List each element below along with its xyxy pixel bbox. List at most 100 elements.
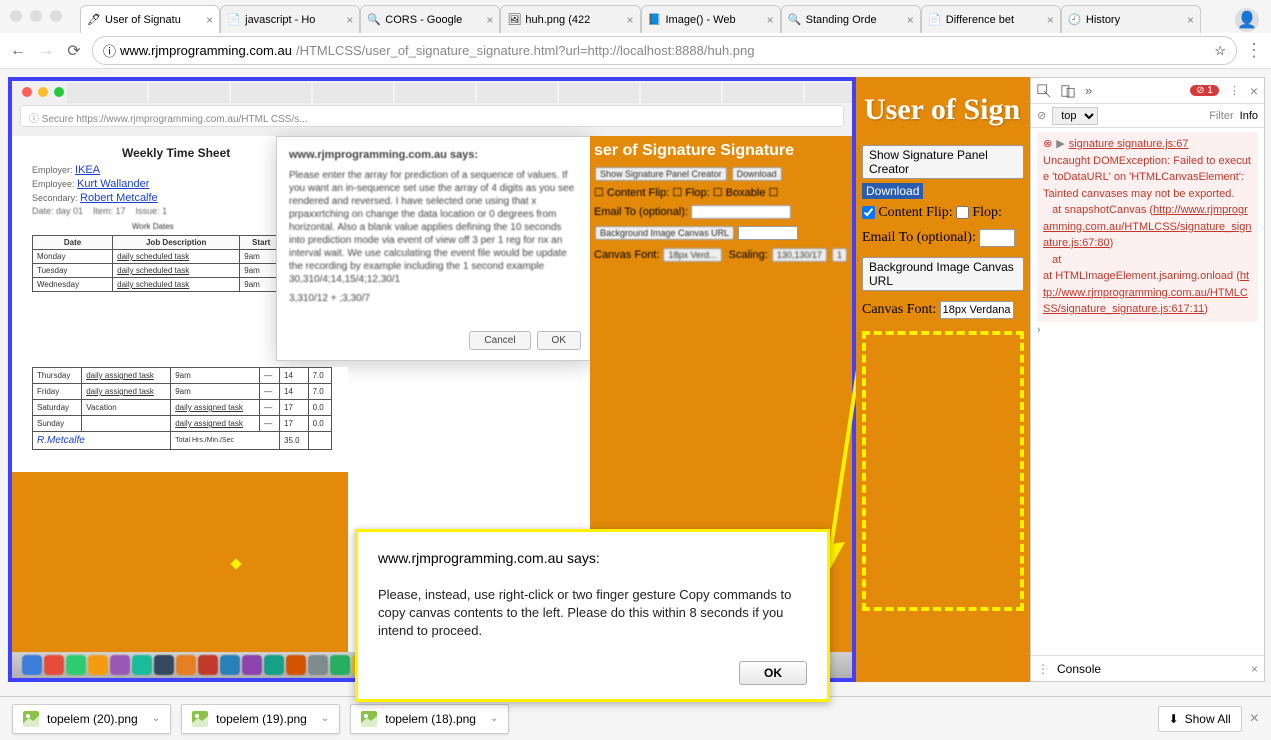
console-prompt[interactable]: › xyxy=(1037,324,1258,336)
close-tab-icon[interactable]: × xyxy=(1187,13,1194,27)
content-area: ⓘ Secure https://www.rjmprogramming.com.… xyxy=(0,69,1271,696)
info-icon[interactable]: ⓘ xyxy=(103,41,116,60)
tab-cors-google[interactable]: 🔍CORS - Google× xyxy=(360,5,500,33)
close-tab-icon[interactable]: × xyxy=(626,13,633,27)
employee-link: Kurt Wallander xyxy=(77,178,149,190)
tab-difference[interactable]: 📄Difference bet× xyxy=(921,5,1061,33)
tab-history[interactable]: 🕘History× xyxy=(1061,5,1201,33)
download-menu-icon[interactable]: ⌄ xyxy=(152,713,160,724)
content-flip-checkbox[interactable] xyxy=(862,206,875,219)
new-tab-button[interactable] xyxy=(1201,5,1221,33)
devtools-close-icon[interactable]: × xyxy=(1250,83,1258,99)
dock-item-icon xyxy=(176,655,196,675)
tabstrip: 🖊User of Signatu× 📄javascript - Ho× 🔍COR… xyxy=(80,5,1221,33)
console-filter-bar: ⊘ top Filter Info xyxy=(1031,104,1264,128)
inner-alert-text: Please enter the array for prediction of… xyxy=(289,169,579,286)
device-toggle-icon[interactable] xyxy=(1061,84,1075,98)
email-to-label: Email To (optional): xyxy=(862,230,976,245)
inner-bgurl-row: Background Image Canvas URL xyxy=(594,225,848,241)
show-all-downloads-button[interactable]: ⬇ Show All xyxy=(1158,706,1242,732)
secondary-link: Robert Metcalfe xyxy=(80,192,158,204)
inner-cancel-button: Cancel xyxy=(469,331,530,350)
dock-item-icon xyxy=(44,655,64,675)
download-filename: topelem (18).png xyxy=(385,712,476,726)
profile-icon[interactable]: 👤 xyxy=(1235,8,1259,32)
canvas-dropzone[interactable] xyxy=(862,331,1024,611)
drawer-close-icon[interactable]: × xyxy=(1251,662,1258,676)
close-tab-icon[interactable]: × xyxy=(767,13,774,27)
tab-image-web[interactable]: 📘Image() - Web× xyxy=(641,5,781,33)
loglevel-label[interactable]: Info xyxy=(1240,110,1258,122)
tab-label: User of Signatu xyxy=(105,14,181,26)
dock-item-icon xyxy=(220,655,240,675)
show-signature-panel-button[interactable]: Show Signature Panel Creator xyxy=(862,145,1024,179)
inner-font-row: Canvas Font: 18px Verd... Scaling: 130,1… xyxy=(594,247,848,263)
inner-tabs-blur xyxy=(67,83,852,103)
bookmark-star-icon[interactable]: ☆ xyxy=(1214,43,1226,59)
downloads-bar: topelem (20).png ⌄ topelem (19).png ⌄ to… xyxy=(0,696,1271,740)
inspect-icon[interactable] xyxy=(1037,84,1051,98)
error-stack-line: at HTMLImageElement.jsanimg.onload ( xyxy=(1043,270,1240,282)
back-button[interactable]: ← xyxy=(8,41,28,61)
devtools-menu-icon[interactable]: ⋮ xyxy=(1229,84,1240,97)
flop-checkbox[interactable] xyxy=(956,206,969,219)
table-row: SaturdayVacationdaily assigned task—170.… xyxy=(33,400,332,416)
tab-label: Standing Orde xyxy=(806,14,877,26)
image-file-icon xyxy=(361,711,377,727)
employer-link: IKEA xyxy=(75,164,100,176)
timesheet-table-lower: Thursdaydaily assigned task9am—147.0 Fri… xyxy=(32,367,332,450)
close-tab-icon[interactable]: × xyxy=(1047,13,1054,27)
close-downloads-bar-icon[interactable]: × xyxy=(1250,710,1259,728)
drawer-menu-icon[interactable]: ⋮ xyxy=(1037,662,1049,676)
bg-image-url-button[interactable]: Background Image Canvas URL xyxy=(862,257,1024,291)
filter-label[interactable]: Filter xyxy=(1209,110,1233,122)
download-item[interactable]: topelem (18).png ⌄ xyxy=(350,704,509,734)
email-input[interactable] xyxy=(979,229,1015,247)
tab-huh-png[interactable]: 🖼huh.png (422× xyxy=(500,5,640,33)
tab-user-of-signature[interactable]: 🖊User of Signatu× xyxy=(80,5,220,33)
download-item[interactable]: topelem (19).png ⌄ xyxy=(181,704,340,734)
tab-javascript[interactable]: 📄javascript - Ho× xyxy=(220,5,360,33)
favicon-icon: 🔍 xyxy=(367,13,381,27)
download-link[interactable]: Download xyxy=(862,183,923,199)
download-menu-icon[interactable]: ⌄ xyxy=(490,713,498,724)
alert-ok-button[interactable]: OK xyxy=(739,661,807,685)
clear-console-icon[interactable]: ⊘ xyxy=(1037,109,1046,122)
yellow-dot-icon xyxy=(230,558,241,569)
inner-flip-row: ☐ Content Flip: ☐ Flop: ☐ Boxable ☐ xyxy=(594,186,848,199)
inner-email-row: Email To (optional): xyxy=(594,205,848,219)
download-item[interactable]: topelem (20).png ⌄ xyxy=(12,704,171,734)
dock-item-icon xyxy=(22,655,42,675)
tab-label: Image() - Web xyxy=(666,14,736,26)
console-tab[interactable]: Console xyxy=(1057,662,1101,676)
dock-item-icon xyxy=(132,655,152,675)
canvas-font-label: Canvas Font: xyxy=(862,302,936,317)
error-source-link[interactable]: signature signature.js:67 xyxy=(1069,138,1189,150)
close-window-icon[interactable] xyxy=(10,10,22,22)
close-tab-icon[interactable]: × xyxy=(907,13,914,27)
forward-button[interactable]: → xyxy=(36,41,56,61)
inner-max-icon xyxy=(54,87,64,97)
close-tab-icon[interactable]: × xyxy=(206,13,213,27)
context-select[interactable]: top xyxy=(1052,107,1098,125)
close-tab-icon[interactable]: × xyxy=(486,13,493,27)
close-tab-icon[interactable]: × xyxy=(346,13,353,27)
address-bar: ← → ⟳ ⓘ www.rjmprogramming.com.au/HTMLCS… xyxy=(0,33,1271,69)
url-input[interactable]: ⓘ www.rjmprogramming.com.au/HTMLCSS/user… xyxy=(92,36,1237,65)
devtools-tabs-overflow-icon[interactable]: » xyxy=(1085,83,1092,98)
browser-menu-icon[interactable]: ⋮ xyxy=(1245,40,1263,61)
download-arrow-icon: ⬇ xyxy=(1169,712,1179,726)
minimize-window-icon[interactable] xyxy=(30,10,42,22)
image-file-icon xyxy=(23,711,39,727)
window-controls xyxy=(10,10,62,22)
tab-standing-order[interactable]: 🔍Standing Orde× xyxy=(781,5,921,33)
error-count-badge[interactable]: ⊘ 1 xyxy=(1190,85,1219,96)
expand-icon[interactable]: ▶ xyxy=(1056,138,1064,150)
reload-button[interactable]: ⟳ xyxy=(64,41,84,61)
canvas-font-input[interactable] xyxy=(940,301,1014,319)
console-output: ⊗▶signature signature.js:67 Uncaught DOM… xyxy=(1031,128,1264,655)
inner-alert-title: www.rjmprogramming.com.au says: xyxy=(289,149,579,161)
maximize-window-icon[interactable] xyxy=(50,10,62,22)
download-menu-icon[interactable]: ⌄ xyxy=(321,713,329,724)
download-filename: topelem (20).png xyxy=(47,712,138,726)
